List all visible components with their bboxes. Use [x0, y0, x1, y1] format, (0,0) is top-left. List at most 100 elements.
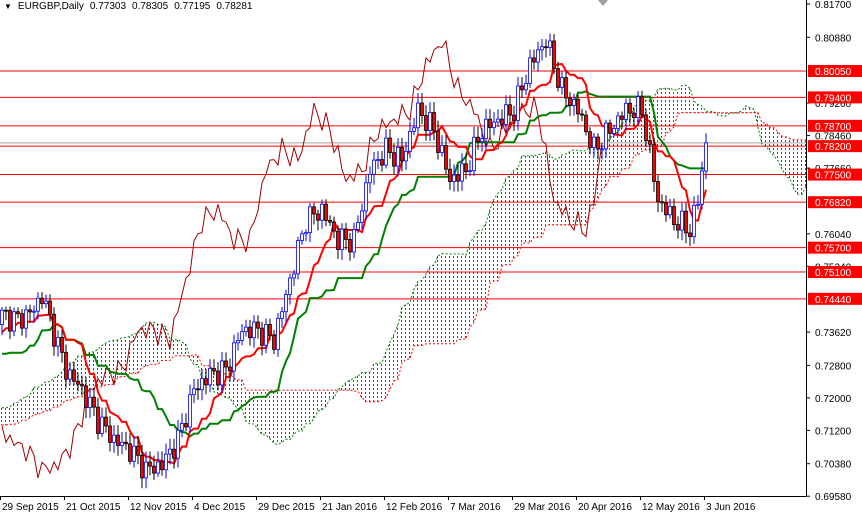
candle-body	[472, 136, 476, 172]
candle-body	[220, 360, 224, 386]
candle	[104, 407, 108, 433]
candle-body	[260, 327, 264, 346]
candle	[640, 90, 644, 119]
candle	[168, 438, 172, 465]
candle-body	[364, 182, 368, 212]
candle-body	[108, 425, 112, 443]
candle	[24, 304, 28, 338]
candle	[448, 158, 452, 190]
candle-body	[20, 313, 24, 329]
candle-body	[628, 102, 632, 114]
candle-body	[360, 210, 364, 223]
candle-body	[496, 118, 500, 123]
candle	[512, 105, 516, 131]
candle	[252, 315, 256, 348]
candle	[312, 202, 316, 225]
candle-body	[284, 294, 288, 313]
cloud-segment	[140, 327, 144, 368]
symbol-label: EURGBP,Daily	[17, 1, 84, 12]
candle-body	[136, 445, 140, 456]
cloud-segment	[236, 379, 240, 409]
candle	[364, 175, 368, 220]
candle	[272, 329, 276, 354]
time-tick-label: 7 Mar 2016	[450, 502, 501, 513]
candle-body	[228, 366, 232, 372]
candle-body	[656, 181, 660, 203]
candle	[436, 120, 440, 160]
candle	[116, 425, 120, 456]
candle	[440, 135, 444, 157]
candle-body	[80, 383, 84, 387]
candle-body	[552, 40, 556, 69]
low-value: 0.77195	[174, 1, 211, 12]
candle	[16, 307, 20, 319]
cloud-segment	[4, 407, 8, 426]
chart-shift-marker-icon[interactable]	[598, 0, 608, 6]
candle	[112, 425, 116, 453]
candle	[444, 135, 448, 175]
candle	[236, 332, 240, 351]
candle-body	[448, 168, 452, 182]
candle	[332, 216, 336, 239]
time-tick-label: 29 Dec 2015	[258, 502, 315, 513]
candle	[372, 151, 376, 185]
cloud-segment	[384, 351, 388, 398]
ichimoku-cloud	[0, 85, 812, 445]
candle	[652, 137, 656, 192]
cloud-segment	[352, 378, 356, 392]
candle	[676, 216, 680, 239]
cloud-segment	[320, 390, 324, 410]
candle-body	[612, 128, 616, 134]
candle-body	[540, 46, 544, 51]
candle	[172, 438, 176, 469]
candle-body	[120, 441, 124, 446]
candle-body	[660, 201, 664, 204]
cloud-segment	[468, 241, 472, 327]
level-label: 0.78700	[815, 122, 852, 133]
candle-body	[188, 394, 192, 428]
candle-body	[348, 239, 352, 253]
candle-body	[132, 445, 136, 462]
candle-body	[692, 204, 696, 238]
candle-body	[384, 137, 388, 166]
candle	[344, 222, 348, 250]
candle-body	[512, 114, 516, 121]
candle	[540, 38, 544, 61]
cloud-segment	[788, 138, 792, 179]
candle-body	[556, 68, 560, 88]
candle	[316, 209, 320, 231]
cloud-segment	[744, 105, 748, 113]
time-tick-label: 12 Nov 2015	[130, 502, 187, 513]
cloud-segment	[20, 398, 24, 421]
cloud-segment	[528, 155, 532, 243]
cloud-segment	[296, 390, 300, 432]
candle-body	[484, 118, 488, 140]
cloud-segment	[680, 85, 684, 113]
triangle-down-icon[interactable]: ▼	[4, 2, 12, 11]
price-chart[interactable]: 0.817000.808800.792600.784600.776600.760…	[0, 0, 862, 514]
cloud-segment	[272, 390, 276, 444]
cloud-segment	[284, 390, 288, 440]
candle-body	[60, 337, 64, 353]
cloud-segment	[396, 324, 400, 380]
candle	[100, 407, 104, 438]
level-label: 0.76820	[815, 198, 852, 209]
candle	[208, 359, 212, 393]
candle-body	[48, 300, 52, 315]
candle	[480, 128, 484, 152]
candle	[132, 435, 136, 468]
cloud-segment	[304, 390, 308, 424]
candle-body	[592, 136, 596, 148]
cloud-segment	[608, 138, 612, 177]
candle-body	[148, 461, 152, 467]
candle-body	[264, 323, 268, 346]
candle-body	[164, 453, 168, 471]
candle	[320, 199, 324, 229]
candle-body	[224, 360, 228, 368]
candle-body	[688, 232, 692, 238]
candle-body	[28, 309, 32, 313]
candle-body	[652, 143, 656, 182]
cloud-segment	[108, 340, 112, 385]
cloud-segment	[456, 254, 460, 340]
candle	[348, 232, 352, 261]
